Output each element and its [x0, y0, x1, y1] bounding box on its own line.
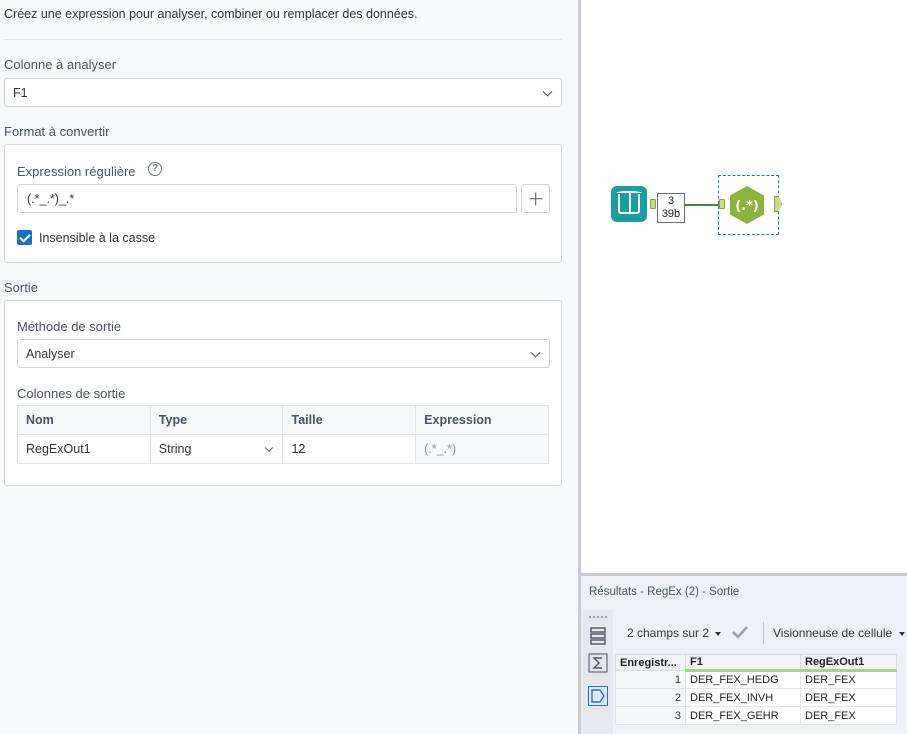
- chevron-down-icon[interactable]: [715, 632, 721, 636]
- output-size-cell[interactable]: 12: [282, 434, 417, 464]
- output-expression-cell: (.*_.*): [415, 434, 549, 464]
- output-type-cell[interactable]: String: [149, 434, 284, 464]
- regex-tool[interactable]: (.*): [727, 185, 767, 225]
- output-anchor[interactable]: [650, 199, 656, 209]
- table-view-icon[interactable]: [588, 626, 608, 646]
- grip-icon[interactable]: [589, 616, 607, 618]
- column-select[interactable]: F1: [4, 78, 562, 107]
- output-card: Méthode de sortie Analyser Colonnes de s…: [4, 300, 562, 486]
- regexout1-cell[interactable]: DER_FEX: [800, 670, 897, 689]
- results-grid: Enregistr... F1 RegExOut1 1 DER_FEX_HEDG…: [615, 654, 897, 725]
- table-row[interactable]: 2 DER_FEX_INVH DER_FEX: [615, 688, 897, 707]
- connection-line[interactable]: [685, 204, 719, 206]
- regex-tool-glyph: (.*): [735, 199, 759, 214]
- f1-cell[interactable]: DER_FEX_GEHR: [685, 706, 801, 725]
- case-insensitive-label: Insensible à la casse: [39, 231, 156, 245]
- grid-header-f1[interactable]: F1: [685, 654, 801, 672]
- regex-label: Expression régulière: [17, 164, 136, 179]
- table-row: RegExOut1 String 12 (.*_.*): [17, 434, 549, 464]
- record-number: 2: [615, 688, 686, 707]
- checkmark-icon[interactable]: [731, 624, 749, 640]
- regex-input-value: (.*_.*)_.*: [27, 191, 75, 206]
- results-title: Résultats - RegEx (2) - Sortie: [589, 586, 740, 598]
- regex-input[interactable]: (.*_.*)_.*: [17, 184, 517, 213]
- divider: [4, 39, 562, 40]
- output-columns-table: Nom Type Taille Expression RegExOut1 Str…: [17, 405, 549, 464]
- cell-viewer-dropdown[interactable]: Visionneuse de cellule: [773, 626, 892, 640]
- metadata-sigma-icon[interactable]: [588, 653, 608, 673]
- workflow-canvas[interactable]: 3 39b (.*): [581, 0, 907, 573]
- output-label: Sortie: [4, 280, 38, 295]
- chevron-down-icon: [542, 86, 553, 97]
- grid-header-record[interactable]: Enregistr...: [615, 654, 686, 671]
- results-panel: Résultats - RegEx (2) - Sortie 2 champs …: [581, 576, 907, 734]
- chevron-down-icon: [265, 443, 274, 453]
- chevron-down-icon: [530, 347, 541, 358]
- format-card: Expression régulière ? (.*_.*)_.* Insens…: [4, 144, 562, 263]
- regexout1-cell[interactable]: DER_FEX: [800, 688, 897, 707]
- record-number: 3: [615, 706, 686, 725]
- fields-selector[interactable]: 2 champs sur 2: [627, 626, 709, 640]
- cell-viewer-label: Visionneuse de cellule: [773, 626, 893, 640]
- output-columns-label: Colonnes de sortie: [17, 386, 126, 401]
- fields-count: 2 champs sur 2: [627, 626, 710, 640]
- regexout1-cell[interactable]: DER_FEX: [800, 706, 897, 725]
- configuration-panel: Créez une expression pour analyser, comb…: [0, 0, 578, 734]
- insert-token-button[interactable]: [521, 184, 550, 213]
- format-label: Format à convertir: [4, 124, 110, 139]
- column-header-size: Taille: [282, 405, 417, 435]
- table-row[interactable]: 1 DER_FEX_HEDG DER_FEX: [615, 670, 897, 689]
- column-header-type: Type: [149, 405, 284, 435]
- case-insensitive-checkbox[interactable]: [17, 230, 32, 245]
- column-header-name: Nom: [17, 405, 151, 435]
- f1-cell[interactable]: DER_FEX_INVH: [685, 688, 801, 707]
- f1-cell[interactable]: DER_FEX_HEDG: [685, 670, 801, 689]
- input-data-tool[interactable]: [611, 186, 647, 222]
- record-count: 3: [667, 195, 675, 207]
- column-label: Colonne à analyser: [4, 57, 117, 72]
- output-type-value: String: [158, 442, 192, 456]
- method-label: Méthode de sortie: [17, 319, 122, 334]
- output-tag-icon[interactable]: [588, 686, 608, 706]
- help-icon[interactable]: ?: [148, 162, 162, 176]
- intro-text: Créez une expression pour analyser, comb…: [4, 7, 418, 21]
- method-select-value: Analyser: [26, 346, 75, 361]
- regex-hexagon-icon: (.*): [730, 186, 764, 224]
- column-select-value: F1: [13, 85, 28, 100]
- record-number: 1: [615, 670, 686, 689]
- chevron-down-icon[interactable]: [899, 632, 905, 636]
- record-size: 39b: [661, 208, 681, 220]
- grid-header-regexout1[interactable]: RegExOut1: [800, 654, 897, 672]
- column-header-expression: Expression: [415, 405, 549, 435]
- book-icon: [618, 192, 640, 214]
- regex-output-anchor[interactable]: [774, 196, 782, 212]
- toolbar-separator: [763, 622, 764, 644]
- output-name-cell[interactable]: RegExOut1: [17, 434, 151, 464]
- record-count-badge: 3 39b: [657, 193, 685, 223]
- method-select[interactable]: Analyser: [17, 339, 550, 368]
- table-row[interactable]: 3 DER_FEX_GEHR DER_FEX: [615, 706, 897, 725]
